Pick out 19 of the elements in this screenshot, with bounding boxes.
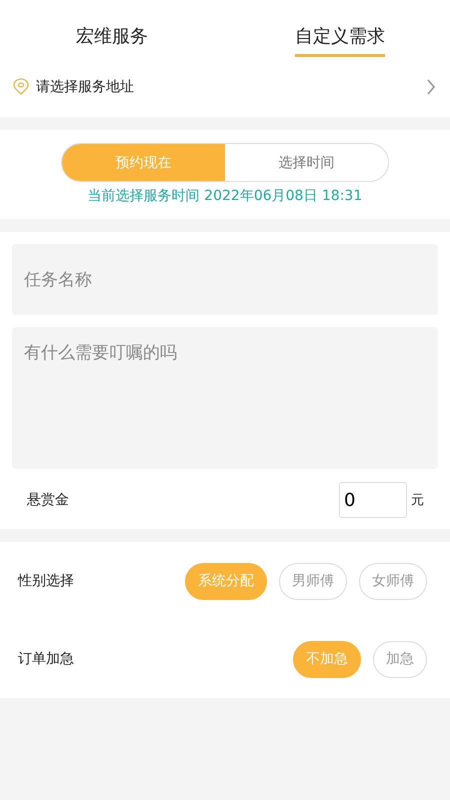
choice-chip[interactable]: 系统分配 (185, 562, 267, 600)
currency-unit: 元 (411, 492, 424, 509)
choice-chip[interactable]: 加急 (373, 640, 427, 678)
choice-chip[interactable]: 男师傅 (279, 562, 347, 600)
reward-label: 悬赏金 (27, 491, 70, 509)
reward-amount-field[interactable]: 0 (339, 482, 407, 518)
option-label: 订单加急 (18, 650, 75, 668)
location-pin-icon (12, 78, 30, 96)
chevron-right-icon (426, 78, 436, 96)
current-time-text: 当前选择服务时间 2022年06月08日 18:31 (88, 187, 362, 205)
time-mode-tab[interactable]: 预约现在 (62, 144, 225, 181)
choice-chip[interactable]: 不加急 (293, 640, 361, 678)
choice-chip[interactable]: 女师傅 (359, 562, 427, 600)
address-row[interactable]: 请选择服务地址 (0, 57, 450, 117)
option-label: 性别选择 (18, 572, 75, 590)
task-name-field[interactable]: 任务名称 (12, 244, 438, 315)
tab[interactable]: 宏维服务 (76, 15, 148, 57)
notes-field[interactable]: 有什么需要叮嘱的吗 (12, 327, 438, 469)
address-label: 请选择服务地址 (36, 78, 135, 96)
